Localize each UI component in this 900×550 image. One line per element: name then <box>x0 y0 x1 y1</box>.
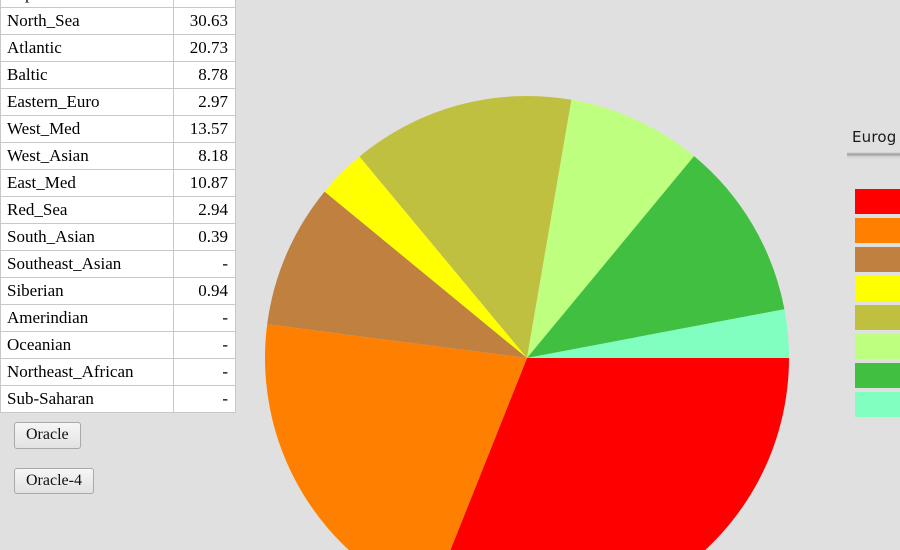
population-value: 8.18 <box>173 142 236 170</box>
legend-divider <box>847 152 900 159</box>
legend-item <box>855 276 900 305</box>
results-panel: Population North_Sea30.63Atlantic20.73Ba… <box>0 0 236 495</box>
table-row: West_Med 13.57 <box>0 115 236 143</box>
population-value: 2.97 <box>173 88 236 116</box>
population-label: South_Asian <box>0 223 174 251</box>
admixture-results-table: Population North_Sea30.63Atlantic20.73Ba… <box>0 0 236 413</box>
population-value: 0.94 <box>173 277 236 305</box>
population-value: - <box>173 304 236 332</box>
legend-item <box>855 218 900 247</box>
legend-item <box>855 247 900 276</box>
population-label: Sub-Saharan <box>0 385 174 413</box>
oracle-button[interactable]: Oracle <box>14 422 81 449</box>
legend-item <box>855 363 900 392</box>
legend-color-swatch <box>855 276 900 301</box>
legend-item <box>855 334 900 363</box>
population-value: - <box>173 385 236 413</box>
table-row: Northeast_African - <box>0 358 236 386</box>
population-value: 13.57 <box>173 115 236 143</box>
column-header-population: Population <box>0 0 174 8</box>
legend-item <box>855 189 900 218</box>
population-label: Northeast_African <box>0 358 174 386</box>
population-value: - <box>173 331 236 359</box>
table-row: West_Asian 8.18 <box>0 142 236 170</box>
population-label: West_Med <box>0 115 174 143</box>
oracle-button-row: Oracle <box>0 413 222 449</box>
table-row: Southeast_Asian - <box>0 250 236 278</box>
population-label: West_Asian <box>0 142 174 170</box>
table-header-row: Population <box>0 0 236 8</box>
table-body: Population North_Sea30.63Atlantic20.73Ba… <box>0 0 236 413</box>
table-row: Amerindian - <box>0 304 236 332</box>
legend-color-swatch <box>855 305 900 330</box>
population-label: Siberian <box>0 277 174 305</box>
population-value: 10.87 <box>173 169 236 197</box>
legend-color-swatch <box>855 247 900 272</box>
legend-item <box>855 392 900 421</box>
table-row: Red_Sea 2.94 <box>0 196 236 224</box>
population-label: Oceanian <box>0 331 174 359</box>
table-row: East_Med 10.87 <box>0 169 236 197</box>
population-label: Eastern_Euro <box>0 88 174 116</box>
table-row: Eastern_Euro 2.97 <box>0 88 236 116</box>
table-row: Oceanian - <box>0 331 236 359</box>
table-row: Baltic 8.78 <box>0 61 236 89</box>
population-value: 30.63 <box>173 7 236 35</box>
population-label: Baltic <box>0 61 174 89</box>
population-value: 8.78 <box>173 61 236 89</box>
table-row: Sub-Saharan - <box>0 385 236 413</box>
population-label: Atlantic <box>0 34 174 62</box>
population-label: North_Sea <box>0 7 174 35</box>
legend-color-swatch <box>855 334 900 359</box>
legend-item <box>855 305 900 334</box>
legend-title: Eurog <box>852 128 897 146</box>
population-label: Amerindian <box>0 304 174 332</box>
table-row: Atlantic 20.73 <box>0 34 236 62</box>
table-row: South_Asian 0.39 <box>0 223 236 251</box>
population-value: - <box>173 250 236 278</box>
table-row: Siberian 0.94 <box>0 277 236 305</box>
legend-color-swatch <box>855 218 900 243</box>
legend-color-swatch <box>855 189 900 214</box>
legend-swatch-list <box>855 189 900 421</box>
population-value: 2.94 <box>173 196 236 224</box>
population-value: 0.39 <box>173 223 236 251</box>
legend-color-swatch <box>855 392 900 417</box>
column-header-value <box>173 0 236 8</box>
population-label: East_Med <box>0 169 174 197</box>
population-label: Southeast_Asian <box>0 250 174 278</box>
population-label: Red_Sea <box>0 196 174 224</box>
chart-legend: Eurog <box>845 128 900 421</box>
oracle4-button-row: Oracle-4 <box>0 449 222 495</box>
population-value: 20.73 <box>173 34 236 62</box>
population-value: - <box>173 358 236 386</box>
oracle-4-button[interactable]: Oracle-4 <box>14 467 94 495</box>
legend-color-swatch <box>855 363 900 388</box>
table-row: North_Sea 30.63 <box>0 7 236 35</box>
